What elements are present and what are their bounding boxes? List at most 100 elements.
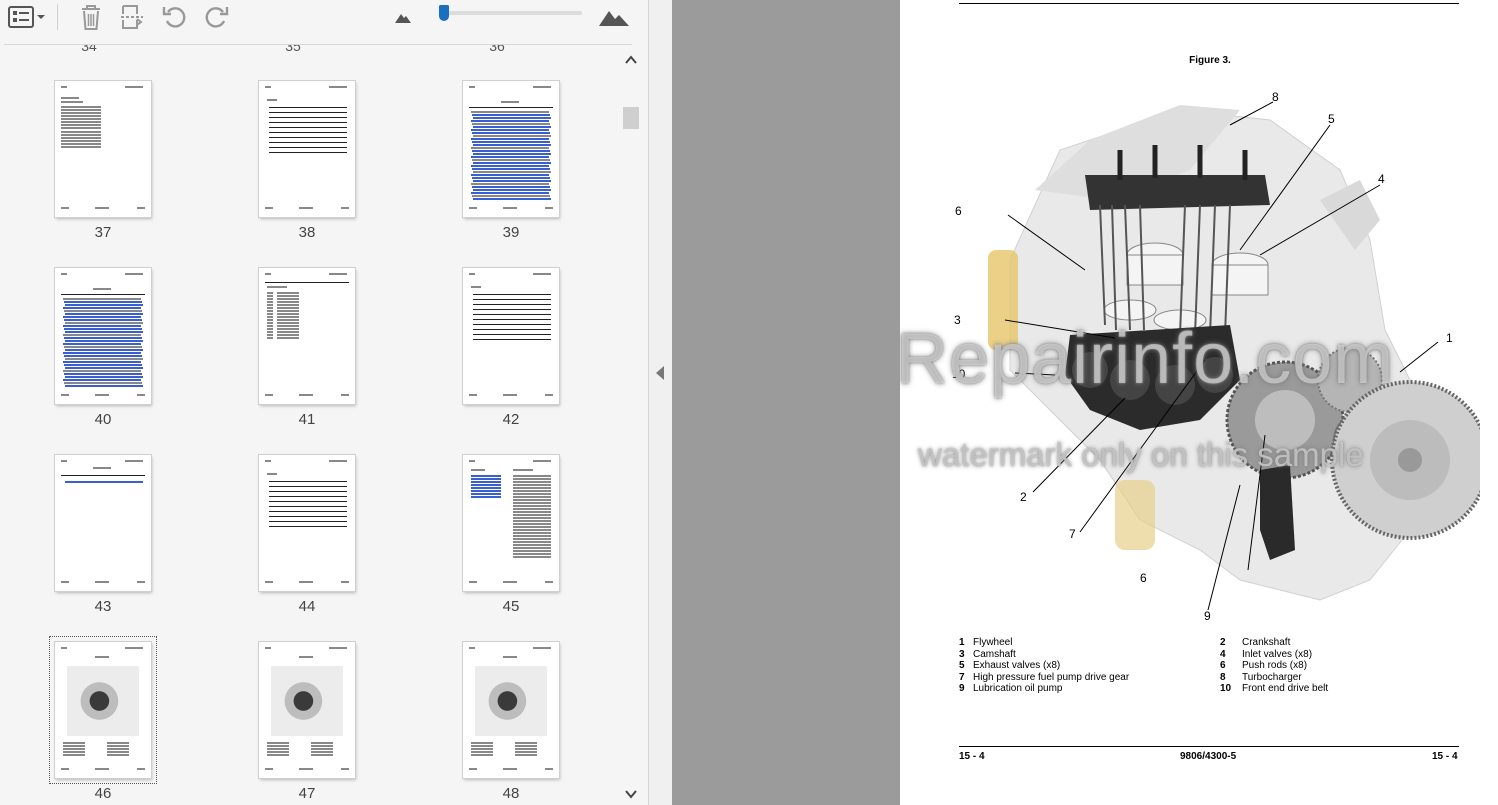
thumbnail-content bbox=[471, 183, 549, 185]
thumbnail-content bbox=[269, 521, 347, 522]
thumbnail-content bbox=[501, 101, 519, 103]
scroll-down-icon[interactable] bbox=[624, 787, 638, 801]
thumbnail-content bbox=[61, 581, 69, 583]
zoom-in-button[interactable] bbox=[596, 2, 632, 32]
page-thumbnail[interactable] bbox=[259, 81, 355, 217]
thumbnail-content bbox=[61, 86, 67, 88]
thumbnail-page-number: 39 bbox=[502, 224, 520, 241]
thumbnail-content bbox=[107, 751, 129, 753]
thumbnail-content bbox=[269, 142, 347, 143]
page-thumbnail[interactable] bbox=[55, 455, 151, 591]
thumbnail-content bbox=[277, 319, 299, 321]
thumbnail-content bbox=[65, 331, 143, 333]
thumbnail-content bbox=[513, 520, 551, 522]
thumbnail-content bbox=[469, 273, 475, 275]
thumbnail-content bbox=[267, 751, 289, 753]
thumbnail-page-number: 42 bbox=[502, 411, 520, 428]
legend-item: 10 Front end drive belt bbox=[1220, 683, 1329, 694]
page-thumbnail[interactable] bbox=[55, 81, 151, 217]
thumbnail-content bbox=[471, 286, 481, 288]
collapse-left-icon[interactable] bbox=[656, 366, 664, 380]
thumbnail-content bbox=[125, 647, 143, 649]
thumbnail-page-number: 36 bbox=[489, 45, 505, 54]
thumbnail-content bbox=[469, 107, 553, 108]
rotate-right-button[interactable] bbox=[201, 2, 231, 32]
thumbnail-content bbox=[473, 334, 551, 335]
thumbnail-content bbox=[473, 117, 551, 119]
thumbnail-scrollbar[interactable] bbox=[620, 45, 642, 805]
rotate-right-icon bbox=[202, 3, 230, 31]
thumbnail-content bbox=[533, 647, 551, 649]
thumbnail-zoom-slider[interactable] bbox=[439, 5, 582, 21]
thumbnail-content bbox=[63, 298, 141, 300]
thumbnail-content bbox=[515, 748, 537, 750]
thumbnail-content bbox=[269, 127, 347, 128]
header-rule bbox=[959, 3, 1459, 4]
delete-pages-button[interactable] bbox=[76, 2, 106, 32]
thumbnail-content bbox=[269, 486, 347, 487]
thumbnail-content bbox=[65, 376, 143, 378]
thumbnail-content bbox=[61, 118, 101, 120]
thumbnail-content bbox=[513, 514, 551, 516]
thumbnail-content bbox=[471, 192, 549, 194]
thumbnail-content bbox=[471, 156, 549, 158]
thumbnail-content bbox=[329, 273, 347, 275]
thumbnail-content bbox=[63, 334, 141, 336]
thumbnail-content bbox=[277, 307, 299, 309]
thumbnail-content bbox=[65, 340, 143, 342]
thumbnail-content bbox=[265, 460, 271, 462]
thumbnail-content bbox=[61, 146, 101, 148]
thumbnail-content bbox=[61, 127, 101, 129]
pane-splitter[interactable] bbox=[648, 0, 673, 805]
page-thumbnail[interactable] bbox=[259, 268, 355, 404]
thumbnail-content bbox=[341, 394, 349, 396]
thumbnail-content bbox=[299, 656, 313, 658]
scrollbar-thumb[interactable] bbox=[623, 107, 639, 129]
zoom-slider-thumb[interactable] bbox=[439, 5, 450, 21]
page-thumbnail[interactable] bbox=[463, 268, 559, 404]
thumbnail-content bbox=[93, 467, 111, 469]
legend-item: 4 Inlet valves (x8) bbox=[1220, 648, 1313, 660]
thumbnail-content bbox=[473, 294, 551, 295]
thumbnail-content bbox=[267, 292, 273, 294]
page-thumbnail[interactable] bbox=[259, 642, 355, 778]
thumbnail-content bbox=[513, 523, 551, 525]
thumbnail-content bbox=[473, 162, 551, 164]
thumbnail-content bbox=[473, 126, 551, 128]
thumbnail-content bbox=[269, 501, 347, 502]
thumbnail-options-button[interactable] bbox=[4, 2, 48, 32]
zoom-out-button[interactable] bbox=[392, 2, 414, 32]
thumbnail-content bbox=[267, 319, 273, 321]
page-thumbnail[interactable] bbox=[463, 81, 559, 217]
thumbnail-content bbox=[61, 394, 69, 396]
thumbnail-content bbox=[265, 647, 271, 649]
thumbnail-figure bbox=[67, 666, 139, 736]
thumbnail-content bbox=[471, 129, 549, 131]
page-thumbnail[interactable] bbox=[259, 455, 355, 591]
callout-6-lower: 6 bbox=[1140, 571, 1147, 585]
page-thumbnail[interactable] bbox=[55, 268, 151, 404]
thumbnail-content bbox=[545, 394, 553, 396]
thumbnail-content bbox=[269, 147, 347, 148]
thumbnail-content bbox=[65, 322, 143, 324]
scroll-up-icon[interactable] bbox=[624, 53, 638, 67]
thumbnail-page-number: 45 bbox=[502, 598, 520, 615]
extract-pages-button[interactable] bbox=[117, 2, 147, 32]
thumbnail-content bbox=[267, 99, 277, 101]
thumbnail-content bbox=[503, 581, 517, 583]
page-thumbnail[interactable] bbox=[463, 455, 559, 591]
thumbnail-content bbox=[513, 484, 551, 486]
thumbnail-content bbox=[513, 502, 551, 504]
thumbnail-content bbox=[513, 541, 551, 543]
page-thumbnail[interactable] bbox=[49, 636, 157, 784]
thumbnail-content bbox=[471, 742, 493, 744]
page-thumbnail[interactable] bbox=[463, 642, 559, 778]
thumbnail-content bbox=[63, 316, 141, 318]
rotate-left-button[interactable] bbox=[160, 2, 190, 32]
thumbnail-content bbox=[269, 496, 347, 497]
thumbnail-content bbox=[267, 334, 273, 336]
thumbnail-content bbox=[513, 496, 551, 498]
thumbnail-content bbox=[269, 117, 347, 118]
thumbnail-content bbox=[64, 301, 142, 303]
thumbnail-content bbox=[267, 322, 273, 324]
